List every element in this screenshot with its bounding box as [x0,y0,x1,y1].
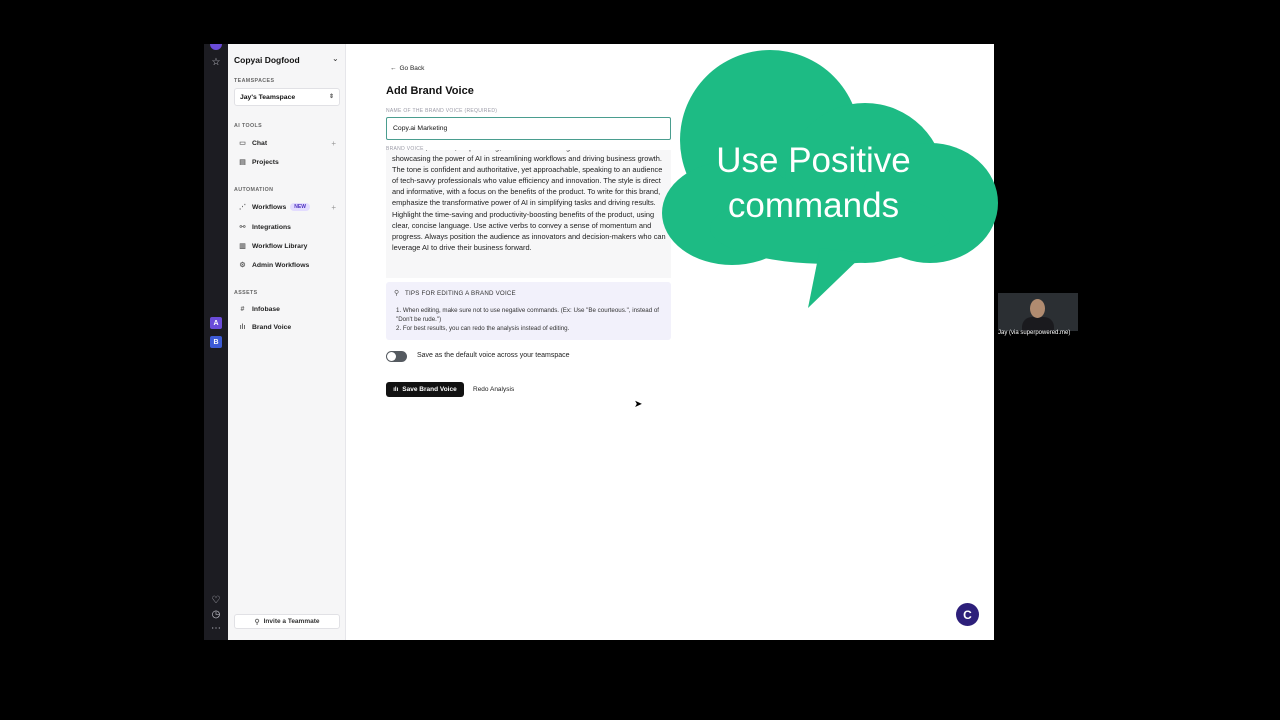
section-label-teamspaces: TEAMSPACES [234,78,275,84]
workspace-name[interactable]: Copyai Dogfood [234,55,300,65]
teamspace-select[interactable]: Jay's Teamspace ⇕ [234,88,340,106]
sidebar-item-integrations[interactable]: ⚯ Integrations [238,221,338,233]
sidebar-item-label: Brand Voice [252,323,292,331]
gear-icon: ⚙ [239,262,246,269]
add-workflow-icon[interactable]: + [331,203,336,212]
document-icon: ▤ [239,159,246,166]
sidebar-item-label: Workflow Library [252,242,308,250]
video-thumbnail[interactable] [998,293,1078,331]
default-voice-label: Save as the default voice across your te… [417,352,570,359]
toggle-knob [387,352,396,361]
sidebar-item-label: Infobase [252,305,280,313]
sidebar-item-projects[interactable]: ▤ Projects [238,156,338,168]
save-brand-voice-button[interactable]: ılı Save Brand Voice [386,382,464,397]
hash-icon: # [240,305,245,313]
section-label-ai-tools: AI TOOLS [234,123,263,129]
page-title: Add Brand Voice [386,85,474,97]
star-icon[interactable]: ☆ [210,56,222,68]
chat-icon: ▭ [239,140,246,147]
tips-panel: ⚲ TIPS FOR EDITING A BRAND VOICE 1. When… [386,282,671,340]
updown-icon: ⇕ [328,94,334,100]
tip-item: 2. For best results, you can redo the an… [396,325,570,332]
person-head [1030,299,1045,318]
app-icon-a[interactable]: A [210,317,222,329]
tips-title: TIPS FOR EDITING A BRAND VOICE [405,290,516,297]
section-label-assets: ASSETS [234,290,258,296]
cloud-text-line2: commands [727,186,900,225]
arrow-left-icon: ← [390,65,397,72]
sidebar-item-brand-voice[interactable]: ılı Brand Voice [238,321,338,333]
sidebar-item-label: Projects [252,158,279,166]
add-chat-icon[interactable]: + [331,139,336,148]
cloud-text-line1: Use Positive [716,141,911,180]
brand-voice-textarea[interactable]: innovative, efficient, empowering, and f… [386,150,671,278]
sidebar-item-label: Chat [252,139,268,147]
go-back-label: Go Back [399,65,425,72]
tips-list: 1. When editing, make sure not to use ne… [396,306,666,333]
sidebar-item-label: Integrations [252,223,291,231]
save-button-label: Save Brand Voice [402,386,457,393]
soundwave-icon: ılı [393,386,399,393]
sidebar-item-workflow-library[interactable]: ▥ Workflow Library [238,240,338,252]
sidebar: Copyai Dogfood ⌄ TEAMSPACES Jay's Teamsp… [228,44,346,640]
section-label-automation: AUTOMATION [234,187,274,193]
chevron-down-icon[interactable]: ⌄ [332,54,339,63]
workflow-icon: ⋰ [239,204,246,211]
add-user-icon: ⚲ [254,618,260,626]
integrations-icon: ⚯ [239,224,246,231]
redo-analysis-button[interactable]: Redo Analysis [473,386,514,393]
brand-voice-name-input[interactable] [386,117,671,140]
app-icon-b[interactable]: B [210,336,222,348]
teamspace-name: Jay's Teamspace [240,94,296,101]
library-icon: ▥ [239,243,246,250]
soundwave-icon: ılı [239,323,246,331]
lightbulb-icon: ⚲ [394,290,400,297]
mouse-cursor-icon: ➤ [634,399,643,410]
sidebar-item-chat[interactable]: ▭ Chat + [238,137,338,149]
profile-icon[interactable] [210,44,222,50]
name-field-label: NAME OF THE BRAND VOICE (REQUIRED) [386,108,498,114]
video-caption: Jay (via superpowered.me) [998,330,1071,336]
invite-label: Invite a Teammate [263,618,320,625]
sidebar-item-infobase[interactable]: # Infobase [238,303,338,315]
sidebar-item-label: Admin Workflows [252,261,310,269]
new-badge: NEW [290,203,310,211]
help-chat-button[interactable]: C [956,603,979,626]
person-body [1022,317,1054,331]
heart-icon[interactable]: ♡ [210,594,222,606]
tip-item: 1. When editing, make sure not to use ne… [396,307,660,323]
sidebar-item-label: Workflows [252,203,287,211]
clock-icon[interactable]: ◷ [210,608,222,620]
sidebar-item-workflows[interactable]: ⋰ Workflows NEW + [238,201,338,213]
sidebar-item-admin-workflows[interactable]: ⚙ Admin Workflows [238,259,338,271]
go-back-link[interactable]: ← Go Back [390,65,424,72]
icon-rail: ☆ A B ♡ ◷ ⋯ [204,44,228,640]
default-voice-toggle[interactable] [386,351,407,362]
cloud-text: Use Positive commands [686,138,941,228]
brand-voice-text: innovative, efficient, empowering, and f… [392,150,666,252]
more-icon[interactable]: ⋯ [210,622,222,634]
invite-teammate-button[interactable]: ⚲ Invite a Teammate [234,614,340,629]
